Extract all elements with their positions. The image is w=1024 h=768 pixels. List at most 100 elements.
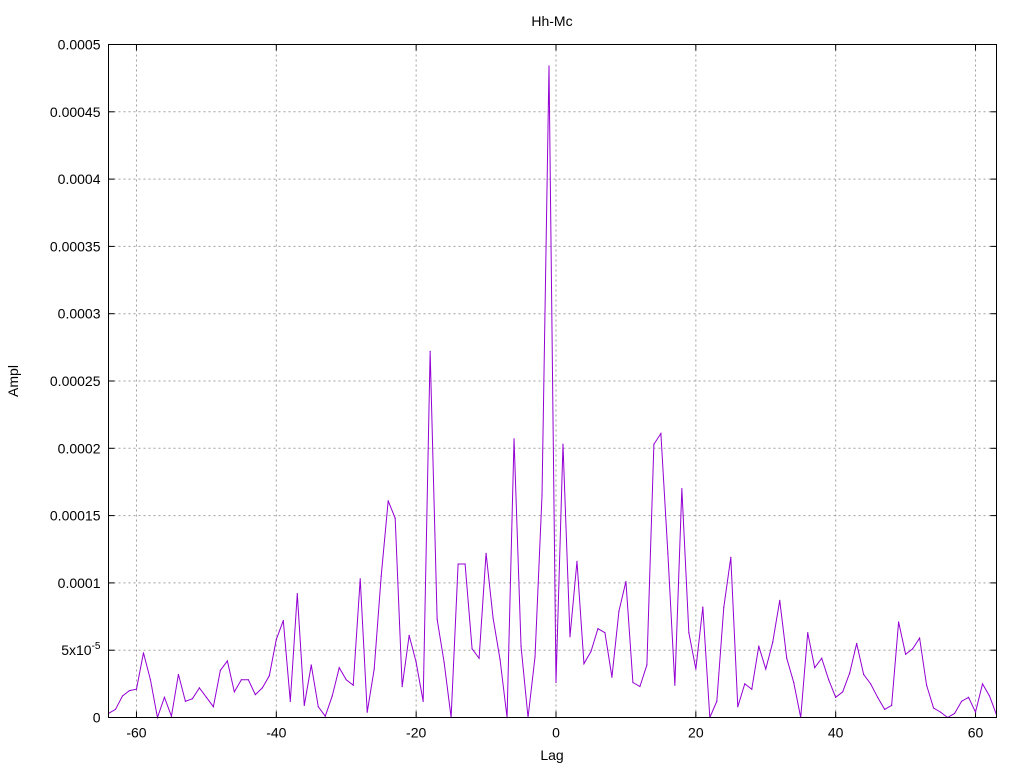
chart: -60 -40 -20 0 20 40 60 0 5x10-5 0.0001 0.00015 0.0… <box>5 13 998 763</box>
data-point <box>219 669 221 671</box>
data-point <box>205 696 207 698</box>
data-point <box>492 617 494 619</box>
data-point <box>555 681 557 684</box>
data-point <box>198 687 200 689</box>
data-point <box>247 679 249 681</box>
data-point <box>960 700 963 702</box>
data-point <box>240 679 242 681</box>
y-tick-label-text: 0.0004 <box>58 171 101 187</box>
data-point <box>646 664 648 666</box>
data-point <box>772 641 774 643</box>
data-point <box>478 657 480 659</box>
data-point <box>877 696 879 698</box>
data-point <box>541 494 543 497</box>
data-point <box>282 619 284 622</box>
data-point <box>352 684 354 686</box>
data-point <box>828 679 830 681</box>
data-point <box>590 650 592 653</box>
x-tick-label: -60 <box>126 725 146 741</box>
data-point <box>744 683 746 685</box>
data-point <box>499 659 501 661</box>
data-point <box>939 711 942 713</box>
data-point <box>716 700 718 702</box>
data-point <box>604 632 606 634</box>
data-point <box>142 652 145 654</box>
data-point <box>464 563 466 565</box>
data-point <box>884 708 886 711</box>
x-tick-label: -40 <box>266 725 286 741</box>
data-point <box>751 688 753 690</box>
data-point <box>723 606 725 608</box>
y-tick-label: 0.0003 <box>58 306 101 322</box>
data-point <box>359 578 361 580</box>
data-point <box>212 706 214 708</box>
data-point <box>436 618 438 620</box>
y-tick-label-text: 0.0003 <box>58 306 101 322</box>
data-point <box>611 676 613 678</box>
data-point <box>394 517 396 519</box>
data-point <box>981 683 984 685</box>
x-axis-label: Lag <box>540 747 563 763</box>
data-point <box>121 695 124 697</box>
series-line <box>108 66 997 720</box>
data-point <box>296 593 298 595</box>
y-tick-label-exponent: -5 <box>92 641 101 652</box>
y-tick-label-text: 5x10 <box>61 642 92 658</box>
y-tick-label-text: 0.0005 <box>58 37 101 53</box>
data-point <box>114 708 117 711</box>
data-point <box>953 712 956 715</box>
data-point <box>373 668 375 670</box>
data-point <box>932 707 935 709</box>
data-point <box>988 695 991 697</box>
data-point <box>793 681 795 684</box>
data-point <box>310 664 312 666</box>
data-point <box>974 711 977 713</box>
data-point <box>345 679 347 681</box>
data-point <box>807 632 809 634</box>
x-tick-label: 20 <box>688 725 704 741</box>
data-point <box>485 552 487 554</box>
data-point <box>842 691 844 693</box>
data-point <box>779 599 781 601</box>
data-point <box>702 606 704 608</box>
y-tick-label: 0.0001 <box>58 575 101 591</box>
y-tick-label-text: 0.0002 <box>58 440 101 456</box>
data-point <box>632 681 634 684</box>
data-point <box>639 685 641 688</box>
data-point <box>177 673 180 676</box>
data-point <box>401 685 403 688</box>
data-point <box>135 688 138 690</box>
data-point <box>967 696 970 698</box>
data-point <box>366 711 368 713</box>
data-point <box>275 638 277 641</box>
data-point <box>303 704 305 706</box>
data-point <box>597 628 599 630</box>
data-point <box>911 648 914 650</box>
y-axis-label: Ampl <box>5 365 21 397</box>
data-point <box>918 637 921 639</box>
data-point <box>548 65 550 67</box>
data-point <box>331 695 333 697</box>
data-point <box>821 657 823 659</box>
y-tick-label-text: 0.00045 <box>50 104 101 120</box>
x-tick-label: 40 <box>828 725 844 741</box>
x-tick-label: 60 <box>968 725 984 741</box>
data-point <box>226 660 228 662</box>
data-point <box>233 691 235 693</box>
data-point <box>268 675 270 677</box>
data-point <box>170 715 173 717</box>
x-tick-labels: -60 -40 -20 0 20 40 60 <box>126 725 983 741</box>
data-point <box>513 438 515 440</box>
data-point <box>128 689 131 692</box>
y-tick-label: 0.00025 <box>50 373 101 389</box>
y-tick-label-text: 0.0001 <box>58 575 101 591</box>
data-point <box>849 672 851 674</box>
data-point <box>905 653 907 655</box>
y-tick-label-text: 0.00015 <box>50 508 101 524</box>
data-point <box>261 687 263 689</box>
data-point <box>695 668 697 670</box>
y-tick-label-text: 0.00035 <box>50 238 101 254</box>
data-point <box>149 679 152 681</box>
data-point <box>254 694 256 696</box>
y-tick-label-text: 0.00025 <box>50 373 101 389</box>
